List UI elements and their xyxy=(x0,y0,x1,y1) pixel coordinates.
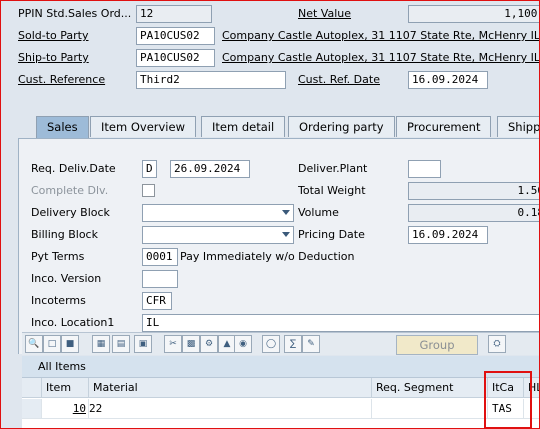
tab-strip: Sales Item Overview Item detail Ordering… xyxy=(18,116,540,139)
sold-to-label: Sold-to Party xyxy=(18,29,89,42)
settings-icon[interactable]: ⛭ xyxy=(488,335,506,353)
volume-field[interactable]: 0.18 xyxy=(408,204,540,222)
create-icon[interactable]: □ xyxy=(43,335,61,353)
detail-icon[interactable]: 🔍 xyxy=(25,335,43,353)
column-header-material[interactable]: Material xyxy=(89,378,372,398)
sum-icon[interactable]: ∑ xyxy=(284,335,302,353)
order-header: PPIN Std.Sales Ord... 12 Net Value 1,100… xyxy=(0,0,540,96)
order-number-field[interactable]: 12 xyxy=(136,5,212,23)
delete-icon[interactable]: ■ xyxy=(61,335,79,353)
inco-location-label: Inco. Location1 xyxy=(31,316,115,329)
req-deliv-date-label: Req. Deliv.Date xyxy=(31,162,116,175)
cell-hl[interactable] xyxy=(524,399,540,419)
column-header-req-segment[interactable]: Req. Segment xyxy=(372,378,488,398)
paste-icon[interactable]: ▩ xyxy=(182,335,200,353)
column-header-item[interactable]: Item xyxy=(42,378,89,398)
ship-to-label: Ship-to Party xyxy=(18,51,89,64)
cell-material[interactable]: 22 xyxy=(89,399,372,419)
select-all-icon[interactable]: ▦ xyxy=(92,335,110,353)
cust-reference-label: Cust. Reference xyxy=(18,73,106,86)
incoterms-field[interactable]: CFR xyxy=(142,292,172,310)
complete-dlv-label: Complete Dlv. xyxy=(31,184,109,197)
cust-ref-date-field[interactable]: 16.09.2024 xyxy=(408,71,488,89)
cell-req-segment[interactable] xyxy=(372,399,488,419)
billing-block-label: Billing Block xyxy=(31,228,98,241)
ship-to-name[interactable]: Company Castle Autoplex, 31 1107 State R… xyxy=(222,49,540,67)
total-weight-field[interactable]: 1.50 xyxy=(408,182,540,200)
net-value-field[interactable]: 1,100. xyxy=(408,5,540,23)
cust-reference-field[interactable]: Third2 xyxy=(136,71,286,89)
pyt-terms-field[interactable]: 0001 xyxy=(142,248,178,266)
all-items-table: All Items Item Material Req. Segment ItC… xyxy=(22,356,540,429)
configure-icon[interactable]: ⚙ xyxy=(200,335,218,353)
tab-item-overview[interactable]: Item Overview xyxy=(90,116,196,137)
column-header-itca[interactable]: ItCa xyxy=(488,378,524,398)
tab-ordering-party[interactable]: Ordering party xyxy=(288,116,395,137)
table-title: All Items xyxy=(22,356,540,378)
chevron-down-icon xyxy=(282,232,290,237)
req-deliv-type-field[interactable]: D xyxy=(142,160,157,178)
copy-icon[interactable]: ▣ xyxy=(134,335,152,353)
pricing-date-label: Pricing Date xyxy=(298,228,365,241)
inco-version-field[interactable] xyxy=(142,270,178,288)
sold-to-field[interactable]: PA10CUS02 xyxy=(136,27,215,45)
find-icon[interactable]: ◉ xyxy=(234,335,252,353)
cust-ref-date-label: Cust. Ref. Date xyxy=(298,73,380,86)
deliver-plant-label: Deliver.Plant xyxy=(298,162,368,175)
tab-shipping[interactable]: Shipp xyxy=(497,116,540,137)
order-type-label: PPIN Std.Sales Ord... xyxy=(18,7,132,20)
tab-item-detail[interactable]: Item detail xyxy=(201,116,286,137)
pyt-terms-label: Pyt Terms xyxy=(31,250,85,263)
inco-location-field[interactable]: IL xyxy=(142,314,540,332)
cell-item[interactable]: 10 xyxy=(42,399,89,419)
cut-icon[interactable]: ✂ xyxy=(164,335,182,353)
req-deliv-date-field[interactable]: 26.09.2024 xyxy=(170,160,250,178)
pyt-terms-description: Pay Immediately w/o Deduction xyxy=(180,250,355,263)
deselect-icon[interactable]: ▤ xyxy=(112,335,130,353)
row-selector[interactable] xyxy=(22,399,42,419)
table-title-text: All Items xyxy=(38,360,86,373)
delivery-block-label: Delivery Block xyxy=(31,206,110,219)
items-toolbar: 🔍 □ ■ ▦ ▤ ▣ ✂ ▩ ⚙ ▲ ◉ ◯ ∑ ✎ Group ⛭ xyxy=(22,332,540,355)
group-button[interactable]: Group xyxy=(396,335,478,355)
net-value-label: Net Value xyxy=(298,7,352,20)
inco-version-label: Inco. Version xyxy=(31,272,102,285)
billing-block-dropdown[interactable] xyxy=(142,226,294,244)
total-weight-label: Total Weight xyxy=(298,184,366,197)
filter-icon[interactable]: ◯ xyxy=(262,335,280,353)
tab-procurement[interactable]: Procurement xyxy=(396,116,492,137)
edit-icon[interactable]: ✎ xyxy=(302,335,320,353)
cell-itca[interactable]: TAS xyxy=(488,399,524,419)
tab-sales[interactable]: Sales xyxy=(36,116,89,139)
pricing-date-field[interactable]: 16.09.2024 xyxy=(408,226,488,244)
incoterms-label: Incoterms xyxy=(31,294,86,307)
volume-label: Volume xyxy=(298,206,339,219)
complete-dlv-checkbox[interactable] xyxy=(142,184,155,197)
sold-to-name[interactable]: Company Castle Autoplex, 31 1107 State R… xyxy=(222,27,540,45)
delivery-block-dropdown[interactable] xyxy=(142,204,294,222)
row-selector-header[interactable] xyxy=(22,378,42,398)
deliver-plant-field[interactable] xyxy=(408,160,441,178)
ship-to-field[interactable]: PA10CUS02 xyxy=(136,49,215,67)
chevron-down-icon xyxy=(282,210,290,215)
column-header-hl[interactable]: HL xyxy=(524,378,540,398)
